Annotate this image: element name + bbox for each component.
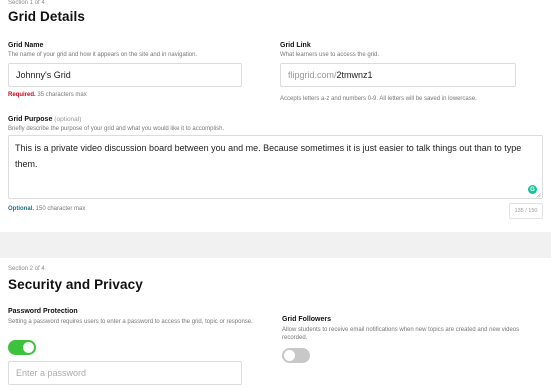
grid-purpose-optional-tag: (optional) (54, 116, 82, 123)
grid-purpose-description: Briefly describe the purpose of your gri… (8, 126, 225, 132)
grid-purpose-label: Grid Purpose (optional) (8, 116, 81, 123)
grid-purpose-limit: 150 character max (35, 206, 86, 212)
toggle-knob (284, 350, 295, 361)
toggle-knob (23, 342, 34, 353)
grid-purpose-textarea[interactable]: This is a private video discussion board… (8, 135, 543, 199)
section-divider (0, 232, 551, 258)
grid-link-label: Grid Link (280, 42, 311, 49)
character-counter: 135 / 150 (509, 203, 543, 219)
grid-name-description: The name of your grid and how it appears… (8, 52, 198, 58)
grid-name-input[interactable]: Johnny's Grid (8, 63, 242, 87)
password-protection-label: Password Protection (8, 308, 78, 315)
grid-name-limit: 35 characters max (37, 92, 87, 98)
grid-link-prefix: flipgrid.com/ (288, 70, 337, 80)
resize-handle-icon[interactable] (536, 193, 541, 198)
grid-link-input[interactable]: flipgrid.com/2tmwnz1 (280, 63, 516, 87)
password-placeholder: Enter a password (16, 368, 87, 378)
section-2-title: Security and Privacy (8, 277, 143, 292)
grid-purpose-value: This is a private video discussion board… (15, 143, 522, 169)
section-2-label: Section 2 of 4 (8, 266, 45, 272)
password-protection-toggle[interactable] (8, 340, 36, 355)
grid-link-note: Accepts letters a-z and numbers 0-9. All… (280, 96, 477, 102)
password-input[interactable]: Enter a password (8, 361, 242, 385)
grid-followers-description: Allow students to receive email notifica… (282, 327, 520, 341)
grid-purpose-note: Optional. 150 character max (8, 206, 85, 212)
required-label: Required. (8, 92, 36, 98)
grid-name-note: Required. 35 characters max (8, 92, 87, 98)
section-1-title: Grid Details (8, 9, 85, 24)
section-1-label: Section 1 of 4 (8, 0, 45, 6)
grid-link-value: 2tmwnz1 (336, 70, 373, 80)
grid-name-value: Johnny's Grid (16, 70, 71, 80)
grid-purpose-label-text: Grid Purpose (8, 116, 53, 123)
grid-link-description: What learners use to access the grid. (280, 52, 380, 58)
grid-followers-label: Grid Followers (282, 316, 332, 323)
password-protection-description: Setting a password requires users to ent… (8, 319, 253, 325)
optional-label: Optional. (8, 206, 34, 212)
grid-name-label: Grid Name (8, 42, 44, 49)
grid-followers-toggle[interactable] (282, 348, 310, 363)
